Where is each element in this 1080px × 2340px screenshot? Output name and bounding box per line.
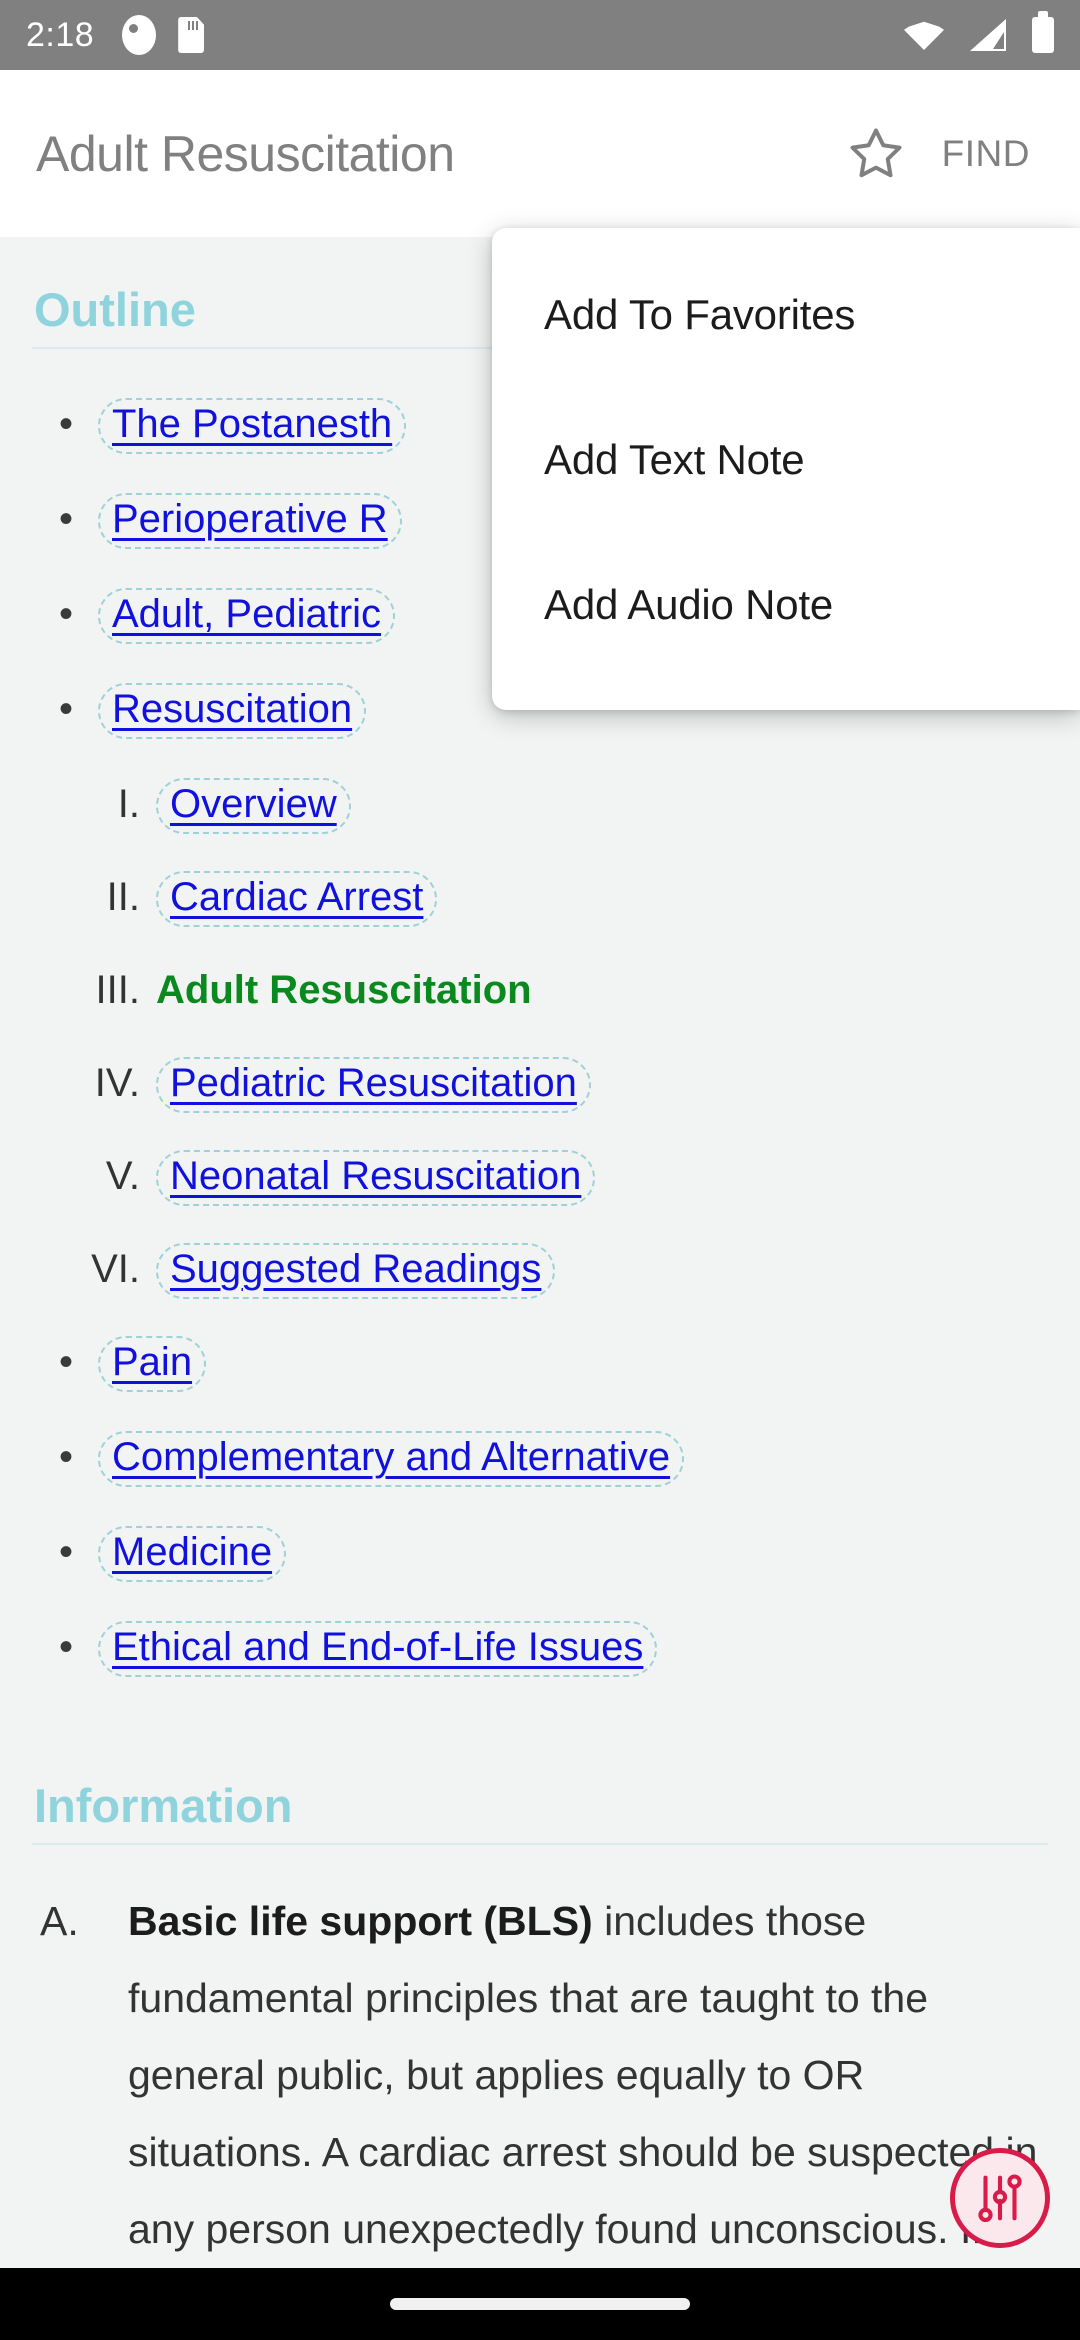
favorite-button[interactable]: [836, 114, 916, 194]
sub-link-neonatal-resuscitation[interactable]: Neonatal Resuscitation: [156, 1150, 596, 1206]
signal-icon: [970, 19, 1006, 51]
sub-link-pediatric-resuscitation[interactable]: Pediatric Resuscitation: [156, 1057, 591, 1113]
status-clock: 2:18: [26, 15, 95, 54]
find-button[interactable]: FIND: [916, 125, 1044, 183]
list-item: III. Adult Resuscitation: [32, 951, 1048, 1030]
list-item: I. Overview: [32, 765, 1048, 844]
overflow-menu[interactable]: Add To Favorites Add Text Note Add Audio…: [492, 228, 1080, 710]
list-numeral: IV.: [94, 1061, 140, 1105]
list-numeral: V.: [105, 1154, 140, 1198]
status-right-icons: [904, 11, 1054, 53]
sub-link-suggested-readings[interactable]: Suggested Readings: [156, 1243, 556, 1299]
page-title: Adult Resuscitation: [36, 125, 455, 182]
outline-link-medicine-cont[interactable]: Medicine: [98, 1526, 287, 1582]
list-item: IV. Pediatric Resuscitation: [32, 1044, 1048, 1123]
list-numeral: I.: [117, 782, 140, 826]
information-list: A. Basic life support (BLS) includes tho…: [32, 1883, 1048, 2270]
list-marker: A.: [40, 1898, 79, 1944]
list-numeral: II.: [106, 875, 140, 919]
list-numeral: VI.: [91, 1247, 140, 1291]
list-item: VI. Suggested Readings: [32, 1230, 1048, 1309]
list-item: V. Neonatal Resuscitation: [32, 1137, 1048, 1216]
outline-link-postanesthesia[interactable]: The Postanesth: [98, 398, 407, 454]
phone-screen: 2:18 Adult Resuscitation FIND Outline Th…: [0, 0, 1080, 2340]
sdcard-icon: [178, 17, 205, 53]
menu-item-add-to-favorites[interactable]: Add To Favorites: [492, 242, 1080, 387]
star-outline-icon: [850, 128, 902, 177]
list-item: Ethical and End-of-Life Issues: [32, 1608, 1048, 1687]
system-navigation-bar: [0, 2268, 1080, 2340]
paragraph-lead-bold: Basic life support (BLS): [128, 1898, 593, 1944]
wifi-icon: [904, 21, 944, 50]
tune-fab-button[interactable]: [950, 2148, 1050, 2248]
list-item: II. Cardiac Arrest: [32, 858, 1048, 937]
outline-sublist: I. Overview II. Cardiac Arrest III. Adul…: [32, 765, 1048, 1309]
status-bar: 2:18: [0, 0, 1080, 70]
paragraph-body: includes those fundamental principles th…: [128, 1898, 1037, 2252]
sub-link-overview[interactable]: Overview: [156, 778, 351, 834]
home-gesture-pill[interactable]: [390, 2298, 690, 2310]
menu-item-add-audio-note[interactable]: Add Audio Note: [492, 532, 1080, 677]
outline-link-pain[interactable]: Pain: [98, 1336, 207, 1392]
information-heading: Information: [32, 1733, 1048, 1845]
outline-link-resuscitation-cont[interactable]: Resuscitation: [98, 683, 367, 739]
outline-link-complementary-alternative[interactable]: Complementary and Alternative: [98, 1431, 685, 1487]
sub-item-current-adult-resuscitation: Adult Resuscitation: [156, 968, 532, 1012]
status-left-icons: [122, 15, 205, 55]
battery-icon: [1032, 11, 1054, 53]
app-bar: Adult Resuscitation FIND: [0, 70, 1080, 237]
alarm-icon: [122, 15, 157, 55]
list-item-continuation: Medicine: [32, 1513, 1048, 1592]
outline-link-adult-pediatric[interactable]: Adult, Pediatric: [98, 588, 396, 644]
list-item: Complementary and Alternative: [32, 1418, 1048, 1497]
menu-item-add-text-note[interactable]: Add Text Note: [492, 387, 1080, 532]
list-numeral: III.: [95, 968, 140, 1012]
sub-link-cardiac-arrest[interactable]: Cardiac Arrest: [156, 871, 438, 927]
outline-link-perioperative[interactable]: Perioperative R: [98, 493, 402, 549]
tune-sliders-icon: [978, 2174, 1022, 2223]
outline-link-ethical-end-of-life[interactable]: Ethical and End-of-Life Issues: [98, 1621, 658, 1677]
list-item: A. Basic life support (BLS) includes tho…: [32, 1883, 1048, 2270]
list-item: Pain: [32, 1323, 1048, 1402]
